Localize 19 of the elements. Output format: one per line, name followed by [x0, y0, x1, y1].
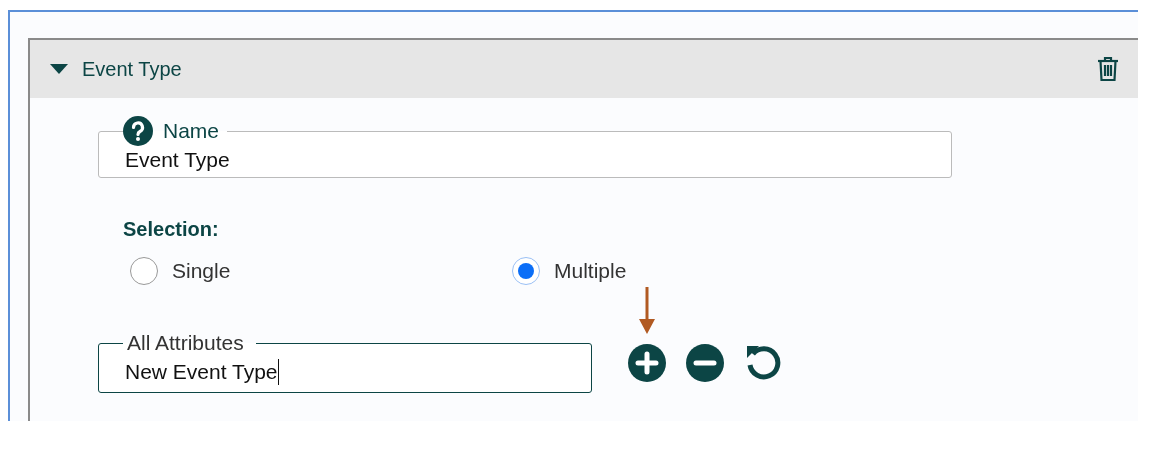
field-label: Name — [163, 119, 220, 143]
name-field[interactable]: Name Event Type — [98, 116, 952, 178]
section-title: Event Type — [82, 57, 183, 81]
trash-icon[interactable] — [1097, 56, 1119, 82]
radio-button[interactable] — [512, 257, 540, 285]
attributes-value: New Event Type — [125, 360, 278, 384]
selection-label: Selection: — [123, 218, 220, 241]
field-label: All Attributes — [126, 331, 245, 355]
name-input[interactable]: Event Type — [125, 148, 925, 172]
radio-option[interactable]: Multiple — [512, 257, 894, 285]
remove-icon[interactable] — [686, 344, 724, 382]
radio-option[interactable]: Single — [130, 257, 512, 285]
text-cursor — [277, 359, 280, 385]
add-icon[interactable] — [628, 344, 666, 382]
arrow-annotation — [637, 287, 657, 335]
help-icon[interactable] — [123, 116, 153, 146]
caret-icon[interactable] — [50, 64, 68, 74]
radio-button[interactable] — [130, 257, 158, 285]
section-header[interactable]: Event Type — [30, 40, 1138, 98]
